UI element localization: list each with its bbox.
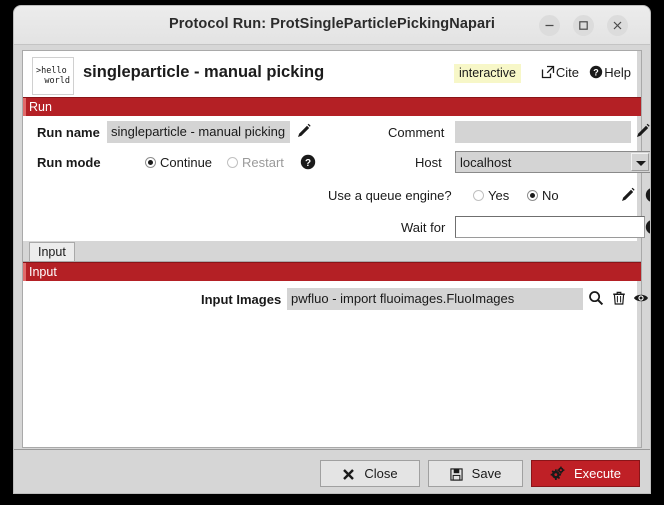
input-images-field[interactable]: pwfluo - import fluoimages.FluoImages [287, 288, 583, 310]
radio-restart-indicator [227, 157, 238, 168]
close-icon [613, 21, 622, 30]
comment-field[interactable] [455, 121, 631, 143]
queue-edit-pencil-icon[interactable] [620, 187, 636, 203]
queue-no-radio[interactable]: No [527, 188, 559, 203]
run-mode-continue-radio[interactable]: Continue [145, 155, 212, 170]
wait-for-input[interactable] [455, 216, 645, 238]
external-link-icon [541, 65, 555, 79]
search-icon[interactable] [588, 290, 604, 306]
radio-queue-no-indicator [527, 190, 538, 201]
run-section-label: Run [29, 100, 52, 114]
host-select[interactable]: localhost [455, 151, 650, 173]
run-mode-continue-label: Continue [160, 155, 213, 170]
titlebar: Protocol Run: ProtSingleParticlePickingN… [14, 6, 650, 45]
execute-button[interactable]: Execute [531, 460, 640, 487]
execute-button-label: Execute [574, 466, 621, 481]
input-images-label: Input Images [201, 292, 282, 307]
tab-input[interactable]: Input [29, 242, 75, 261]
close-window-button[interactable] [607, 15, 628, 36]
run-mode-restart-radio[interactable]: Restart [227, 155, 284, 170]
run-mode-restart-label: Restart [242, 155, 284, 170]
input-section-header: Input [23, 262, 641, 281]
comment-edit-pencil-icon[interactable] [635, 123, 650, 139]
close-button-label: Close [364, 466, 398, 481]
run-form-area: Run name singleparticle - manual picking… [23, 116, 650, 241]
input-section-label: Input [29, 265, 57, 279]
queue-yes-radio[interactable]: Yes [473, 188, 509, 203]
host-value: localhost [460, 155, 512, 170]
page-title: singleparticle - manual picking [83, 63, 325, 81]
queue-yes-label: Yes [488, 188, 510, 203]
run-name-edit-pencil-icon[interactable] [296, 123, 312, 139]
host-label: Host [415, 155, 442, 170]
help-circle-icon: ? [590, 65, 603, 79]
chevron-down-icon[interactable] [631, 153, 649, 171]
trash-icon[interactable] [611, 290, 627, 306]
protocol-run-window: Protocol Run: ProtSingleParticlePickingN… [14, 6, 650, 493]
minimize-icon [545, 24, 554, 27]
run-section-header: Run [23, 97, 641, 116]
protocol-header: >hello world singleparticle - manual pic… [23, 51, 641, 97]
radio-continue-indicator [145, 157, 156, 168]
cite-label: Cite [555, 65, 579, 80]
save-button[interactable]: Save [428, 460, 523, 487]
dialog-footer: Close Save Execute [14, 449, 650, 493]
save-button-label: Save [471, 466, 502, 481]
queue-help-icon[interactable]: ? [645, 187, 650, 203]
cite-link[interactable]: Cite [541, 65, 579, 80]
queue-engine-label: Use a queue engine? [328, 188, 452, 203]
queue-no-label: No [542, 188, 559, 203]
run-mode-help-icon[interactable]: ? [300, 154, 316, 170]
maximize-button[interactable] [573, 15, 594, 36]
svg-text:?: ? [305, 158, 311, 169]
minimize-button[interactable] [539, 15, 560, 36]
svg-text:?: ? [594, 67, 600, 77]
protocol-logo: >hello world [32, 57, 74, 95]
logo-line-1: >hello [36, 66, 67, 76]
run-name-label: Run name [37, 125, 100, 140]
wait-for-label: Wait for [401, 220, 446, 235]
comment-label: Comment [388, 125, 445, 140]
wait-for-help-icon[interactable]: ? [645, 219, 650, 235]
run-mode-label: Run mode [37, 155, 101, 170]
logo-line-2: world [44, 76, 70, 86]
input-form-area: Input Images pwfluo - import fluoimages.… [23, 281, 648, 341]
maximize-icon [579, 21, 588, 30]
help-label: Help [604, 65, 631, 80]
run-name-field[interactable]: singleparticle - manual picking [107, 121, 290, 143]
eye-icon[interactable] [633, 290, 649, 306]
radio-queue-yes-indicator [473, 190, 484, 201]
close-button[interactable]: Close [320, 460, 420, 487]
protocol-form-panel: >hello world singleparticle - manual pic… [22, 50, 650, 448]
help-link[interactable]: ? Help [589, 65, 631, 80]
tab-strip: Input [23, 241, 641, 262]
floppy-disk-icon [450, 468, 463, 481]
x-icon [343, 469, 355, 480]
gears-icon [550, 466, 565, 480]
status-badge-interactive: interactive [454, 64, 521, 83]
